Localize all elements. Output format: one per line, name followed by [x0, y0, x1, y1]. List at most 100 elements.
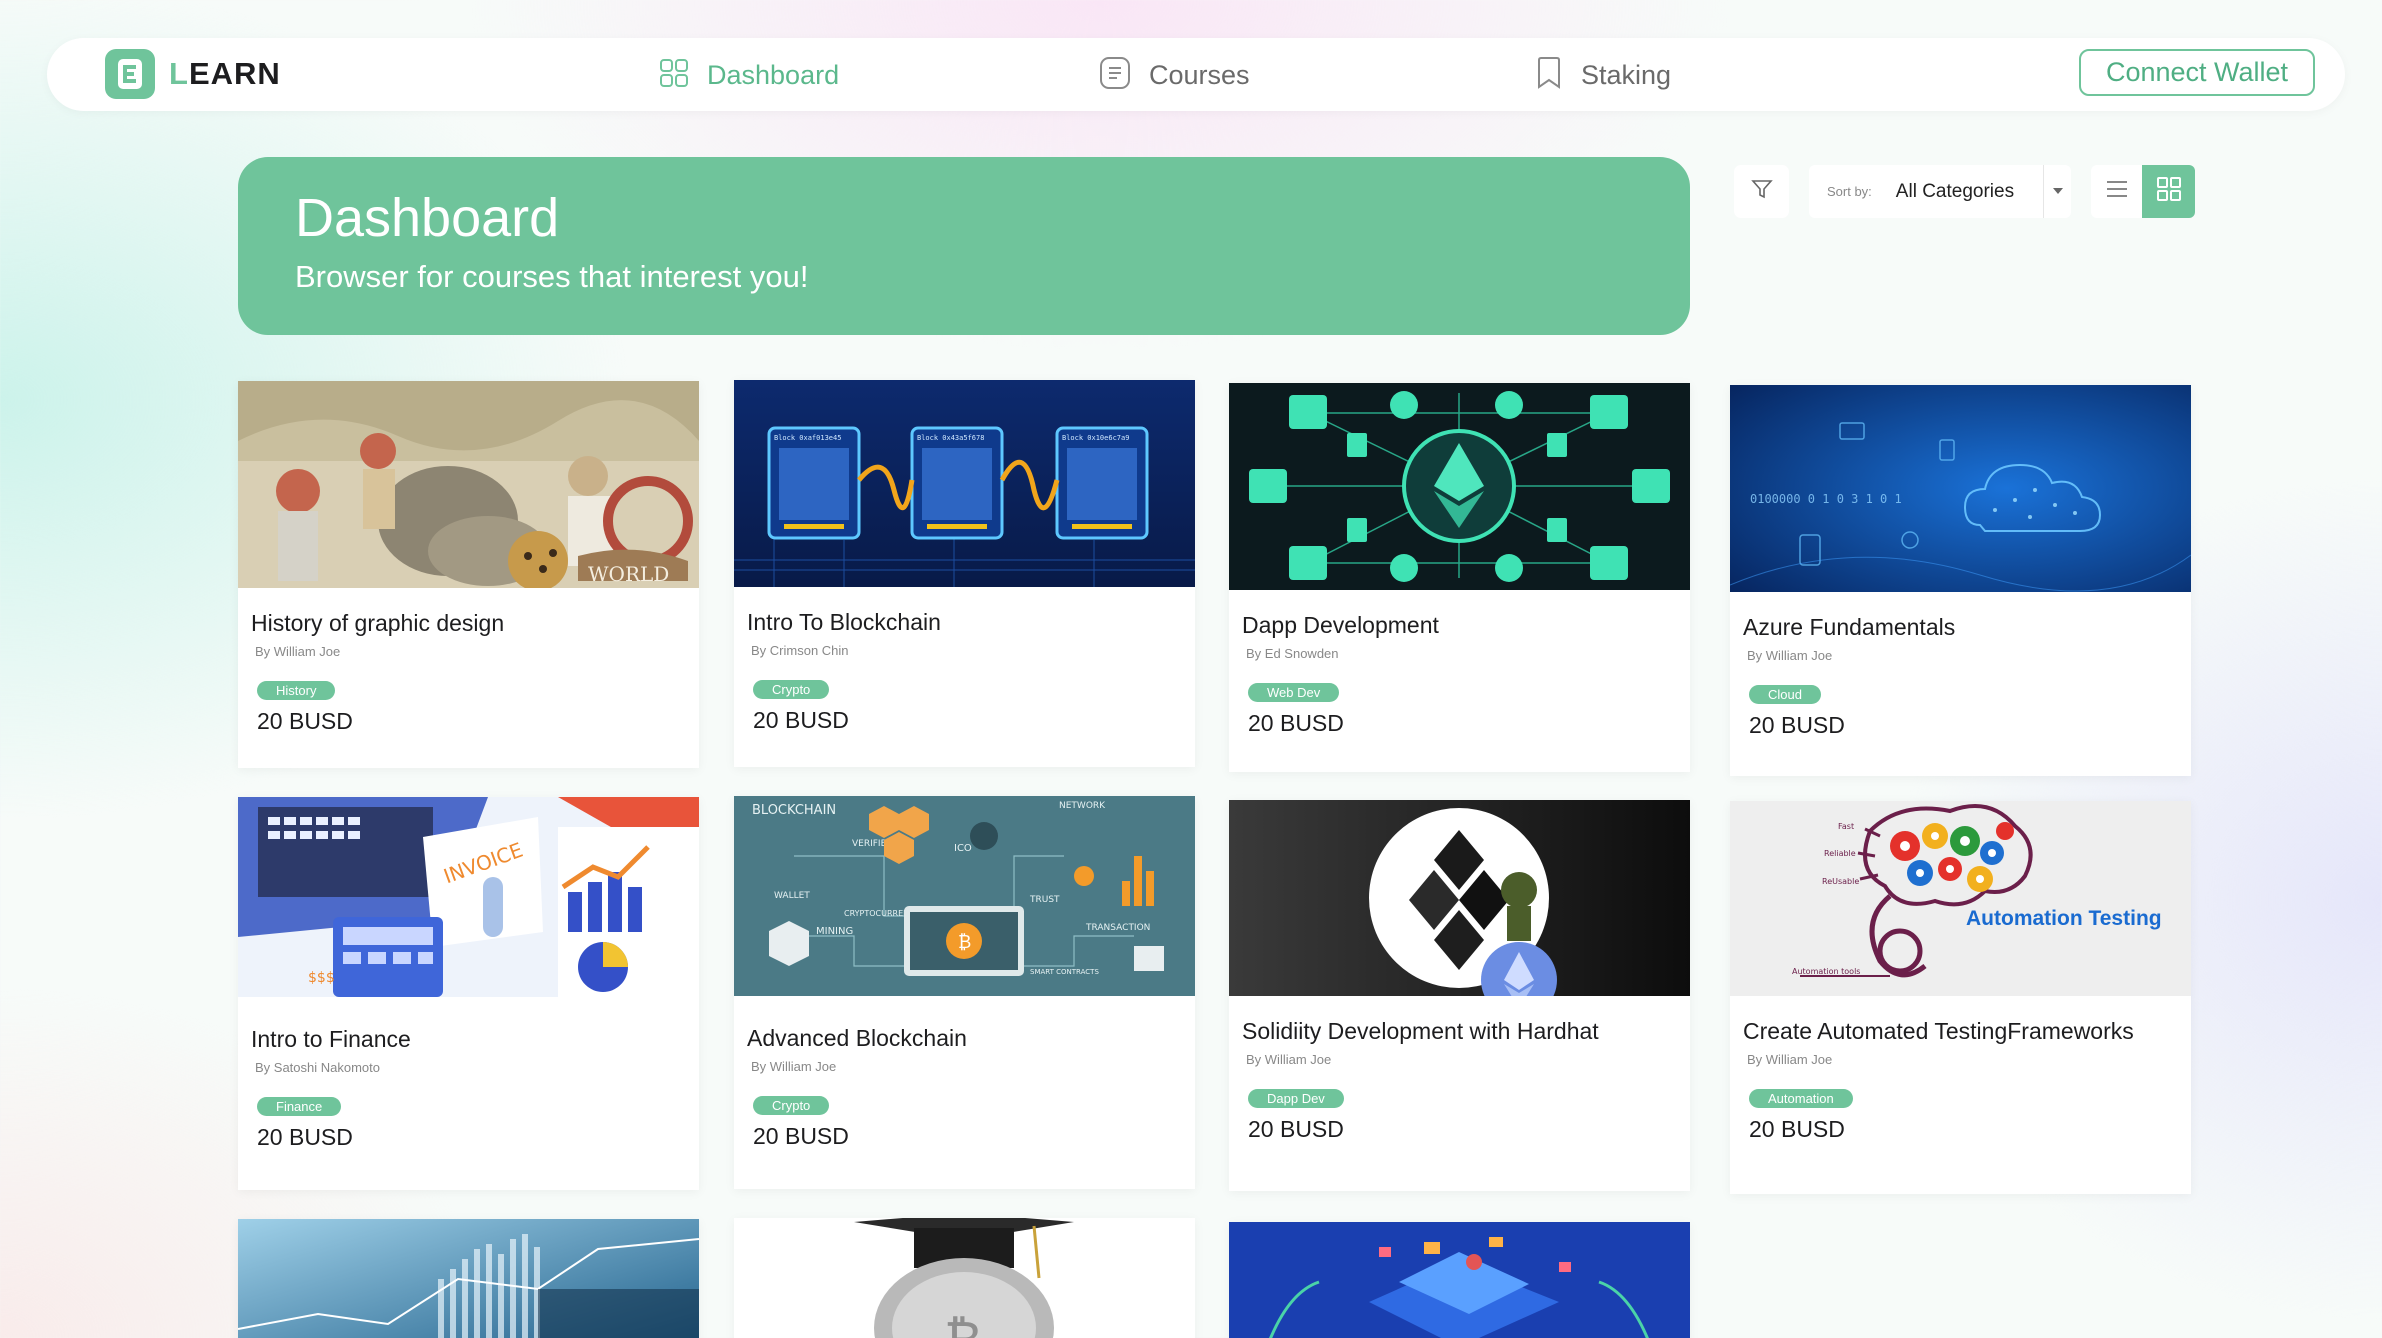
list-controls: Sort by: All Categories [1734, 165, 2195, 218]
category-badge: Crypto [753, 679, 830, 699]
block-label: Block 0x10e6c7a9 [1062, 434, 1129, 442]
course-price: 20 BUSD [1749, 711, 1845, 738]
top-navbar: LEARN Dashboard Courses Staking Connect … [47, 38, 2345, 111]
automation-label: Reliable [1824, 849, 1856, 858]
course-price: 20 BUSD [257, 1123, 353, 1150]
block-label: Block 0xaf013e45 [774, 434, 841, 442]
course-title: Intro To Blockchain [747, 609, 941, 635]
course-thumbnail-finance: INVOICE $$$ [238, 797, 699, 1004]
course-card[interactable]: Fast Reliable ReUsable Automation tools … [1730, 801, 2191, 1194]
course-thumbnail-stock-chart [238, 1219, 699, 1338]
course-title: Intro to Finance [251, 1026, 411, 1052]
course-card[interactable]: INVOICE $$$ Intro to Finance By Satoshi … [238, 797, 699, 1190]
chevron-down-icon [2043, 165, 2071, 218]
dollar-label: $$$ [308, 970, 335, 986]
course-thumbnail-graduation-coin: ₿ [734, 1218, 1195, 1338]
course-author: By William Joe [1747, 1051, 1833, 1067]
category-badge: Web Dev [1248, 682, 1340, 702]
course-thumbnail-cloud: 0100000 0 1 0 3 1 0 1 [1730, 385, 2191, 592]
grid-icon [2156, 176, 2182, 207]
list-icon [2106, 179, 2128, 204]
logo-icon [105, 49, 155, 99]
course-card[interactable]: 0100000 0 1 0 3 1 0 1 Azure Fundamentals… [1730, 385, 2191, 776]
course-title: History of graphic design [251, 610, 505, 636]
nav-staking-label: Staking [1581, 59, 1672, 90]
document-icon [1099, 56, 1131, 95]
filter-button[interactable] [1734, 165, 1789, 218]
nav-courses[interactable]: Courses [1099, 55, 1250, 95]
sort-label: Sort by: [1827, 184, 1872, 199]
course-card[interactable]: WORLD History of graphic design By Willi… [238, 381, 699, 768]
nav-dashboard[interactable]: Dashboard [659, 55, 839, 95]
dashboard-hero-banner: Dashboard Browser for courses that inter… [238, 157, 1690, 335]
course-author: By William Joe [255, 643, 341, 659]
page-subtitle: Browser for courses that interest you! [295, 259, 809, 295]
course-thumbnail-ethereum-network [1229, 383, 1690, 590]
course-price: 20 BUSD [1749, 1115, 1845, 1142]
course-author: By William Joe [1246, 1051, 1332, 1067]
course-card[interactable]: Solidiity Development with Hardhat By Wi… [1229, 800, 1690, 1191]
infographic-word: BLOCKCHAIN [752, 803, 836, 818]
brand-name: LEARN [169, 56, 281, 91]
infographic-word: TRANSACTION [1085, 923, 1150, 933]
course-price: 20 BUSD [753, 1122, 849, 1149]
automation-heading: Automation Testing [1966, 907, 2162, 930]
bitcoin-icon: ₿ [958, 932, 971, 953]
automation-label: ReUsable [1822, 877, 1859, 886]
course-author: By William Joe [751, 1058, 837, 1074]
infographic-word: MINING [816, 926, 853, 937]
category-badge: Automation [1749, 1088, 1853, 1108]
course-thumbnail-hardhat [1229, 800, 1690, 996]
infographic-word: WALLET [774, 891, 810, 901]
brand-logo[interactable]: LEARN [105, 49, 281, 99]
category-badge: Crypto [753, 1095, 830, 1115]
bitcoin-icon: ₿ [944, 1311, 983, 1338]
course-thumbnail-blockchain: Block 0xaf013e45 Block 0x43a5f678 Block … [734, 380, 1195, 587]
category-badge: Dapp Dev [1248, 1088, 1344, 1108]
course-title: Advanced Blockchain [747, 1025, 967, 1051]
grid-icon [659, 58, 689, 93]
course-card[interactable] [238, 1219, 699, 1338]
course-price: 20 BUSD [1248, 1115, 1344, 1142]
infographic-word: NETWORK [1059, 801, 1106, 811]
automation-label: Fast [1838, 822, 1854, 831]
binary-stream: 0100000 0 1 0 3 1 0 1 [1750, 492, 1902, 506]
course-price: 20 BUSD [753, 706, 849, 733]
course-title: Dapp Development [1242, 612, 1439, 638]
bookmark-icon [1535, 56, 1563, 95]
page-title: Dashboard [295, 188, 560, 248]
course-author: By Satoshi Nakomoto [255, 1059, 381, 1075]
automation-label: Automation tools [1792, 967, 1860, 976]
course-title: Solidiity Development with Hardhat [1242, 1018, 1599, 1044]
course-author: By Crimson Chin [751, 642, 849, 658]
sort-select[interactable]: Sort by: All Categories [1809, 165, 2071, 218]
infographic-word: ICO [954, 843, 972, 854]
nav-dashboard-label: Dashboard [707, 59, 840, 90]
course-card[interactable]: Block 0xaf013e45 Block 0x43a5f678 Block … [734, 380, 1195, 767]
course-card[interactable] [1229, 1222, 1690, 1338]
connect-wallet-button[interactable]: Connect Wallet [2079, 49, 2315, 96]
course-price: 20 BUSD [1248, 709, 1344, 736]
nav-courses-label: Courses [1149, 59, 1250, 90]
course-card[interactable]: ₿ [734, 1218, 1195, 1338]
list-view-button[interactable] [2091, 165, 2142, 218]
infographic-word: TRUST [1029, 895, 1060, 905]
nav-staking[interactable]: Staking [1535, 55, 1671, 95]
course-thumbnail-history: WORLD [238, 381, 699, 588]
world-label: WORLD [588, 562, 669, 586]
course-thumbnail-crypto-infographic: BLOCKCHAIN VERIFIED ICO NETWORK WALLET C… [734, 796, 1195, 1003]
grid-view-button[interactable] [2142, 165, 2195, 218]
block-label: Block 0x43a5f678 [917, 434, 984, 442]
category-badge: Cloud [1749, 684, 1821, 704]
course-title: Azure Fundamentals [1743, 614, 1956, 640]
sort-value: All Categories [1895, 180, 2015, 202]
course-title: Create Automated TestingFrameworks [1743, 1018, 2134, 1044]
course-card[interactable]: BLOCKCHAIN VERIFIED ICO NETWORK WALLET C… [734, 796, 1195, 1189]
course-card[interactable]: Dapp Development By Ed Snowden Web Dev 2… [1229, 383, 1690, 772]
course-author: By William Joe [1747, 647, 1833, 663]
infographic-word: SMART CONTRACTS [1030, 968, 1099, 976]
course-author: By Ed Snowden [1246, 645, 1339, 661]
course-thumbnail-isometric-dev [1229, 1222, 1690, 1338]
category-badge: Finance [257, 1096, 342, 1116]
filter-icon [1750, 178, 1773, 205]
